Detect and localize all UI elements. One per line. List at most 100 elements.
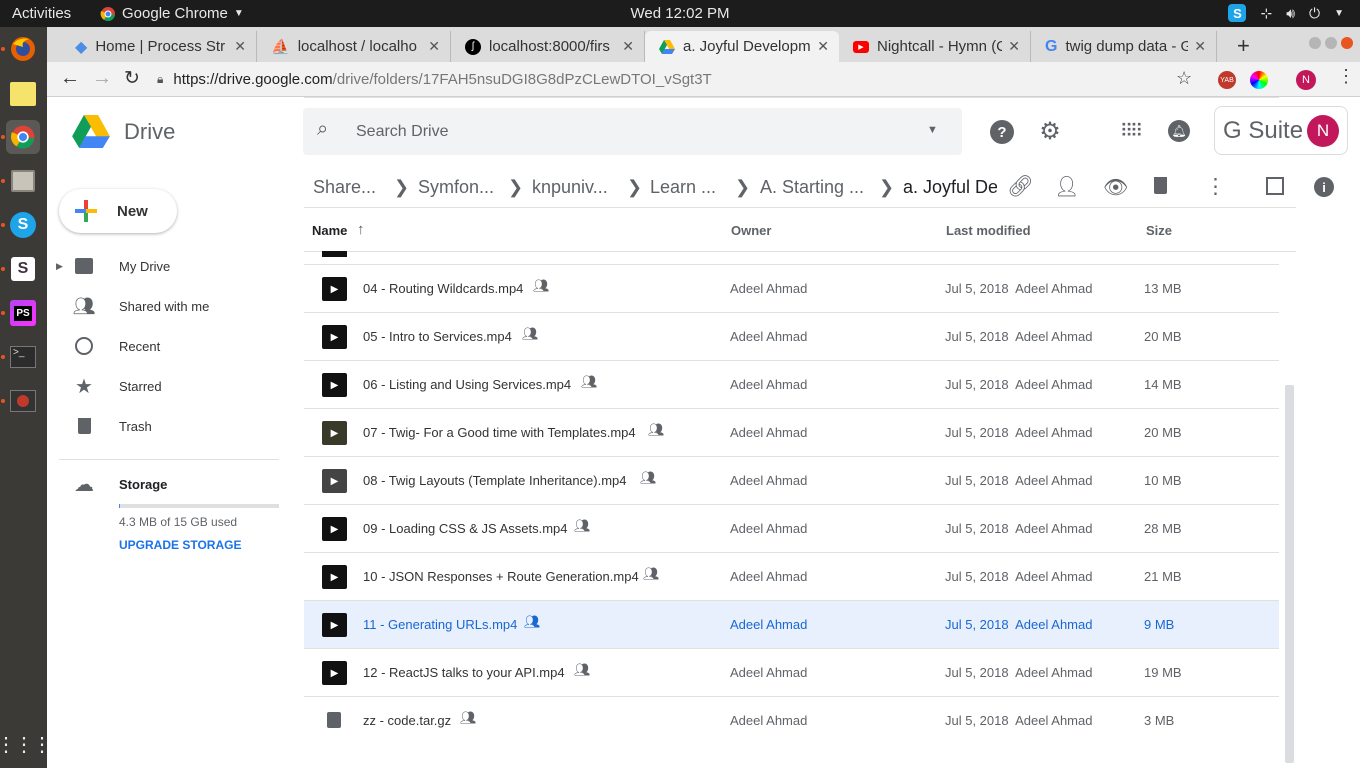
file-row[interactable]: ▶ 07 - Twig- For a Good time with Templa…	[304, 409, 1279, 457]
close-icon[interactable]: ✕	[817, 38, 829, 55]
maximize-icon[interactable]	[1325, 37, 1337, 49]
tab[interactable]: G twig dump data - G ✕	[1031, 31, 1217, 62]
skype-icon[interactable]: S	[6, 208, 40, 242]
star-icon[interactable]: ☆	[1176, 68, 1192, 89]
new-button[interactable]: New	[59, 189, 177, 233]
system-tray[interactable]: S ⊹ 🔊︎ ⏻ ▼	[1228, 4, 1344, 22]
search-icon[interactable]: ⌕	[317, 118, 328, 141]
close-icon[interactable]: ✕	[428, 38, 440, 55]
grid-view-icon[interactable]	[1266, 177, 1284, 195]
url-field[interactable]: 🔒︎ https://drive.google.com/drive/folder…	[157, 66, 1197, 93]
scrollbar[interactable]	[1285, 385, 1294, 763]
color-extension-icon[interactable]	[1250, 71, 1268, 89]
sort-ascending-icon[interactable]: ↑	[357, 221, 365, 238]
breadcrumb-item[interactable]: Share...	[313, 177, 375, 197]
expand-icon[interactable]: ▶	[56, 261, 63, 272]
close-icon[interactable]: ✕	[622, 38, 634, 55]
preview-icon[interactable]: 👁︎	[1103, 175, 1128, 200]
search-options-icon[interactable]: ▼	[927, 124, 938, 136]
file-row[interactable]: ▶ 05 - Intro to Services.mp4 👥︎ Adeel Ah…	[304, 313, 1279, 361]
file-name[interactable]: 07 - Twig- For a Good time with Template…	[363, 425, 636, 440]
column-size[interactable]: Size	[1146, 223, 1172, 238]
tab[interactable]: ⛵ localhost / localho ✕	[257, 31, 451, 62]
sidebar-item-shared[interactable]: 👥︎ Shared with me	[47, 290, 292, 322]
apps-grid-icon[interactable]: ⠿⠿	[1119, 120, 1143, 142]
search-input[interactable]: Search Drive	[356, 123, 448, 141]
file-name[interactable]: 05 - Intro to Services.mp4	[363, 329, 512, 344]
file-row[interactable]: ▶ 08 - Twig Layouts (Template Inheritanc…	[304, 457, 1279, 505]
breadcrumb-item[interactable]: knpuniv...	[532, 177, 612, 197]
close-icon[interactable]: ✕	[1008, 38, 1020, 55]
more-actions-icon[interactable]: ⋮	[1205, 174, 1226, 199]
column-name[interactable]: Name	[312, 223, 347, 238]
file-row-selected[interactable]: ▶ 11 - Generating URLs.mp4 👥︎ Adeel Ahma…	[304, 601, 1279, 649]
close-icon[interactable]: ✕	[1194, 38, 1206, 55]
tab-active[interactable]: a. Joyful Developm ✕	[645, 31, 839, 62]
back-icon[interactable]: ←	[60, 67, 80, 90]
terminal-icon[interactable]: >_	[6, 340, 40, 374]
phpstorm-icon[interactable]: PS	[6, 296, 40, 330]
file-name[interactable]: 04 - Routing Wildcards.mp4	[363, 281, 523, 296]
reload-icon[interactable]: ↻	[124, 67, 140, 90]
file-row[interactable]: ▶ 06 - Listing and Using Services.mp4 👥︎…	[304, 361, 1279, 409]
info-icon[interactable]: i	[1314, 177, 1334, 197]
breadcrumb-item[interactable]: Learn ...	[650, 177, 718, 197]
sidebar-item-my-drive[interactable]: ▶ My Drive	[47, 250, 292, 282]
sidebar-item-recent[interactable]: Recent	[47, 330, 292, 362]
file-name[interactable]: 06 - Listing and Using Services.mp4	[363, 377, 571, 392]
breadcrumb-item[interactable]: A. Starting ...	[760, 177, 864, 197]
search-bar[interactable]: ⌕ Search Drive ▼	[303, 108, 962, 155]
firefox-icon[interactable]	[6, 32, 40, 66]
column-last-modified[interactable]: Last modified	[946, 223, 1031, 238]
file-name[interactable]: 08 - Twig Layouts (Template Inheritance)…	[363, 473, 627, 488]
window-controls[interactable]	[1309, 37, 1353, 49]
upgrade-storage-link[interactable]: UPGRADE STORAGE	[119, 538, 241, 552]
help-icon[interactable]: ?	[990, 120, 1014, 144]
breadcrumb-current[interactable]: a. Joyful De	[903, 177, 997, 197]
link-icon[interactable]: 🔗︎	[1007, 175, 1034, 199]
file-row[interactable]: ▶ 12 - ReactJS talks to your API.mp4 👥︎ …	[304, 649, 1279, 697]
network-icon[interactable]: ⊹	[1260, 5, 1272, 22]
file-name[interactable]: 10 - JSON Responses + Route Generation.m…	[363, 569, 639, 584]
file-name[interactable]: 12 - ReactJS talks to your API.mp4	[363, 665, 565, 680]
close-icon[interactable]: ✕	[234, 38, 246, 55]
new-tab-button[interactable]: +	[1237, 33, 1250, 59]
tab[interactable]: ʃ localhost:8000/firs ✕	[451, 31, 645, 62]
file-row[interactable]: ▶ 09 - Loading CSS & JS Assets.mp4 👥︎ Ad…	[304, 505, 1279, 553]
app-grid-icon[interactable]: ⋮⋮⋮	[0, 727, 52, 761]
sidebar-item-trash[interactable]: Trash	[47, 410, 292, 442]
file-name[interactable]: zz - code.tar.gz	[363, 713, 451, 728]
account-avatar[interactable]: N	[1307, 114, 1339, 147]
sidebar-item-storage[interactable]: ☁︎ Storage	[47, 468, 292, 500]
file-row[interactable]: zz - code.tar.gz 👥︎ Adeel Ahmad Jul 5, 2…	[304, 697, 1279, 745]
file-name[interactable]: 09 - Loading CSS & JS Assets.mp4	[363, 521, 568, 536]
trash-icon[interactable]	[1154, 177, 1167, 194]
tab[interactable]: ▶ Nightcall - Hymn (C ✕	[839, 31, 1031, 62]
volume-icon[interactable]: 🔊︎	[1286, 5, 1295, 22]
notes-icon[interactable]	[6, 77, 40, 111]
sidebar-item-starred[interactable]: ★ Starred	[47, 370, 292, 402]
slack-icon[interactable]: S	[6, 252, 40, 286]
screen-recorder-icon[interactable]	[6, 384, 40, 418]
skype-tray-icon[interactable]: S	[1228, 4, 1247, 22]
tab[interactable]: ◆ Home | Process Str ✕	[61, 31, 257, 62]
yab-extension-icon[interactable]: YAB	[1218, 71, 1236, 89]
file-row[interactable]: ▶ 04 - Routing Wildcards.mp4 👥︎ Adeel Ah…	[304, 265, 1279, 313]
app-menu[interactable]: Google Chrome ▼	[100, 5, 244, 22]
share-icon[interactable]: 👤︎	[1054, 174, 1079, 199]
chrome-launcher-icon[interactable]	[6, 120, 40, 154]
column-owner[interactable]: Owner	[731, 223, 771, 238]
gsuite-account[interactable]: G Suite N	[1214, 106, 1348, 155]
forward-icon[interactable]: →	[92, 67, 112, 90]
minimize-icon[interactable]	[1309, 37, 1321, 49]
close-window-icon[interactable]	[1341, 37, 1353, 49]
files-icon[interactable]	[6, 164, 40, 198]
power-icon[interactable]: ⏻	[1309, 5, 1320, 22]
settings-icon[interactable]: ⚙	[1037, 117, 1063, 145]
breadcrumb-item[interactable]: Symfon...	[418, 177, 494, 197]
activities-button[interactable]: Activities	[12, 5, 71, 22]
file-name[interactable]: 11 - Generating URLs.mp4	[363, 617, 517, 632]
file-row[interactable]: ▶ 10 - JSON Responses + Route Generation…	[304, 553, 1279, 601]
profile-avatar[interactable]: N	[1296, 70, 1316, 90]
menu-icon[interactable]: ⋮	[1337, 66, 1355, 87]
